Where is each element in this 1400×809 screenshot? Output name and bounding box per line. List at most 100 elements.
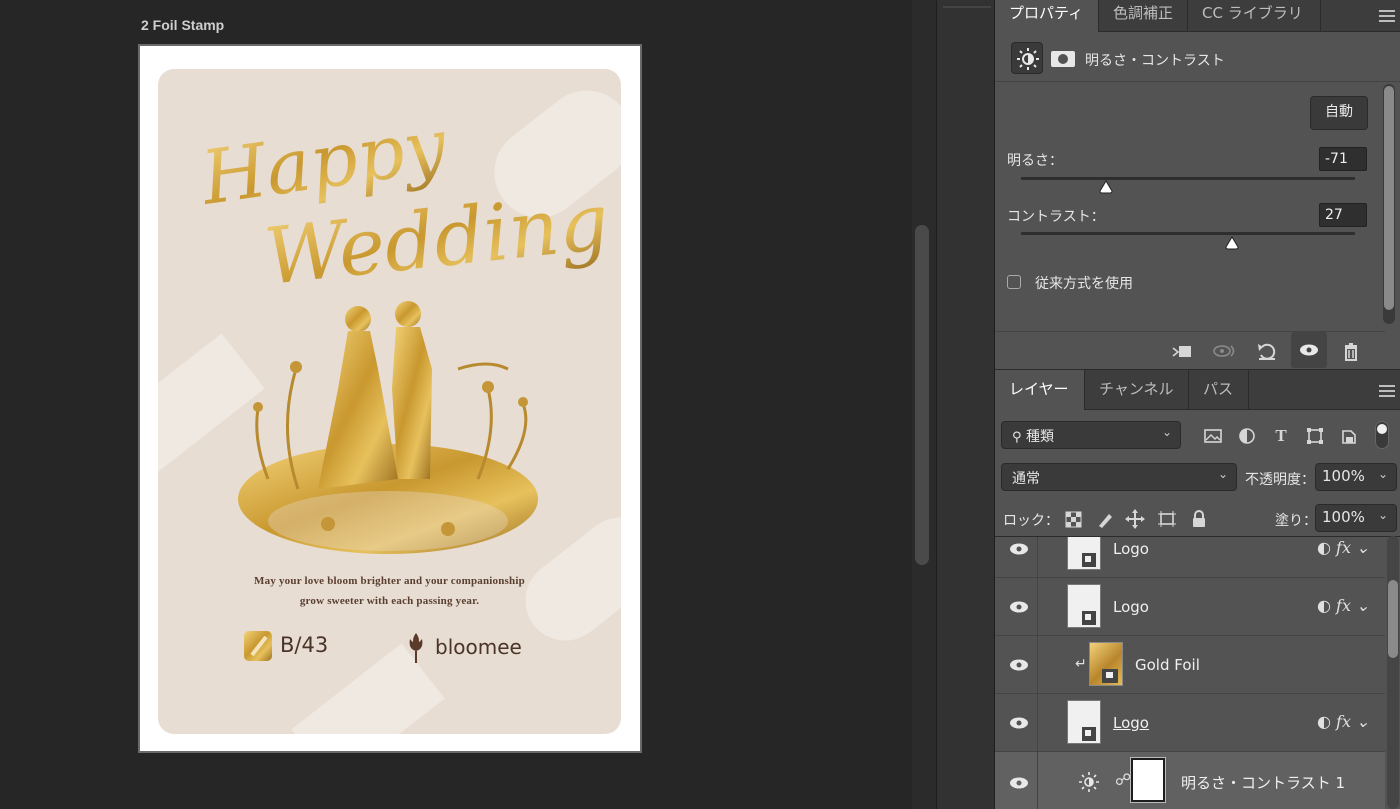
couple-illustration xyxy=(238,301,538,554)
visibility-eye-icon[interactable] xyxy=(1009,600,1029,614)
lock-transparent-pixels-icon[interactable] xyxy=(1061,507,1085,531)
blend-mode-dropdown[interactable]: 通常 ⌄ xyxy=(1001,463,1237,491)
brightness-contrast-layer-icon xyxy=(1079,772,1099,792)
filter-pixel-icon[interactable] xyxy=(1201,424,1225,448)
layers-tabs: レイヤー チャンネル パス xyxy=(995,369,1400,410)
contrast-slider-track[interactable] xyxy=(1021,232,1355,235)
visibility-eye-icon[interactable] xyxy=(1009,542,1029,556)
collapsed-panel-column xyxy=(936,0,994,809)
layer-name[interactable]: Logo xyxy=(1113,714,1149,732)
tagline-line-2: grow sweeter with each passing year. xyxy=(299,595,480,607)
logo-bloomee-text: bloomee xyxy=(435,635,522,659)
legacy-checkbox-label: 従来方式を使用 xyxy=(1035,276,1133,292)
fill-input[interactable]: 100% ⌄ xyxy=(1315,504,1397,532)
opacity-label: 不透明度： xyxy=(1245,472,1315,488)
brightness-slider-thumb[interactable] xyxy=(1099,180,1113,194)
clip-to-layer-icon[interactable] xyxy=(1169,338,1197,364)
lock-artboard-icon[interactable] xyxy=(1155,507,1179,531)
chevron-down-icon: ⌄ xyxy=(1377,508,1388,522)
brightness-slider-track[interactable] xyxy=(1021,177,1355,180)
blend-mode-value: 通常 xyxy=(1012,471,1040,487)
gold-foil-thumbnail[interactable] xyxy=(1089,642,1123,686)
filter-type-icon[interactable]: T xyxy=(1269,424,1293,448)
tab-properties[interactable]: プロパティ xyxy=(995,0,1099,32)
tagline-line-1: May your love bloom brighter and your co… xyxy=(254,575,525,587)
layer-name[interactable]: Gold Foil xyxy=(1135,656,1200,674)
brightness-adjustment-icon[interactable] xyxy=(1011,42,1043,74)
fill-label: 塗り： xyxy=(1275,513,1317,529)
layer-mask-icon[interactable] xyxy=(1047,42,1079,74)
layer-name[interactable]: 明るさ・コントラスト 1 xyxy=(1181,772,1345,793)
layer-row[interactable]: ↵ Gold Foil xyxy=(995,636,1385,694)
right-panel: プロパティ 色調補正 CC ライブラリ 明るさ・コントラスト 自動 明るさ： -… xyxy=(994,0,1400,809)
layer-name[interactable]: Logo xyxy=(1113,540,1149,558)
auto-button[interactable]: 自動 xyxy=(1310,96,1368,130)
properties-header: 明るさ・コントラスト xyxy=(995,36,1400,82)
canvas-scrollbar-thumb[interactable] xyxy=(915,225,929,565)
properties-scrollbar-thumb[interactable] xyxy=(1384,86,1394,310)
layers-list: Logo ◐ fx ⌄ Logo ◐ fx ⌄ ↵ Gold Foil Logo… xyxy=(995,536,1400,809)
filter-shape-icon[interactable] xyxy=(1303,424,1327,448)
contrast-label: コントラスト： xyxy=(1007,209,1105,225)
layer-row[interactable]: Logo ◐ fx ⌄ xyxy=(995,694,1385,752)
opacity-value: 100% xyxy=(1322,467,1365,485)
visibility-icon[interactable] xyxy=(1291,332,1327,368)
legacy-checkbox[interactable] xyxy=(1007,275,1021,289)
adjustment-title: 明るさ・コントラスト xyxy=(1085,53,1225,69)
link-icon[interactable]: ☍ xyxy=(1115,770,1131,789)
filter-adjustment-icon[interactable] xyxy=(1235,424,1259,448)
bloomee-logo-mark xyxy=(409,633,423,663)
opacity-input[interactable]: 100% ⌄ xyxy=(1315,463,1397,491)
layers-scrollbar[interactable] xyxy=(1387,536,1399,809)
layer-row[interactable]: Logo ◐ fx ⌄ xyxy=(995,578,1385,636)
invitation-card: Happy Wedding May your love bloom bright… xyxy=(158,69,621,734)
view-previous-state-icon[interactable] xyxy=(1211,338,1239,364)
canvas-area: 2 Foil Stamp Happy Wedding May your love… xyxy=(0,0,912,809)
contrast-slider-thumb[interactable] xyxy=(1225,236,1239,250)
layer-row[interactable]: Logo ◐ fx ⌄ xyxy=(995,537,1385,578)
visibility-eye-icon[interactable] xyxy=(1009,776,1029,790)
visibility-eye-icon[interactable] xyxy=(1009,658,1029,672)
trash-icon[interactable] xyxy=(1337,338,1365,364)
layer-row-selected[interactable]: ☍ 明るさ・コントラスト 1 xyxy=(995,752,1385,809)
layer-effects-icon[interactable]: ◐ fx ⌄ xyxy=(1317,538,1370,557)
chevron-down-icon: ⌄ xyxy=(1377,467,1388,481)
tab-layers[interactable]: レイヤー xyxy=(995,370,1085,410)
layers-scrollbar-thumb[interactable] xyxy=(1388,580,1398,658)
brightness-label: 明るさ： xyxy=(1007,153,1063,169)
tab-channels[interactable]: チャンネル xyxy=(1085,370,1189,410)
lock-position-icon[interactable] xyxy=(1123,507,1147,531)
properties-footer xyxy=(995,331,1385,368)
contrast-input[interactable]: 27 xyxy=(1319,203,1367,227)
search-icon: ⚲ xyxy=(1012,430,1022,445)
tab-paths[interactable]: パス xyxy=(1189,370,1249,410)
filter-toggle[interactable] xyxy=(1375,421,1389,449)
reset-icon[interactable] xyxy=(1253,338,1281,364)
layer-effects-icon[interactable]: ◐ fx ⌄ xyxy=(1317,712,1370,731)
filter-smart-object-icon[interactable] xyxy=(1337,424,1361,448)
brightness-input[interactable]: -71 xyxy=(1319,147,1367,171)
lock-all-icon[interactable] xyxy=(1187,507,1211,531)
b43-logo-mark xyxy=(244,631,272,661)
chevron-down-icon: ⌄ xyxy=(1217,467,1228,481)
document-canvas[interactable]: Happy Wedding May your love bloom bright… xyxy=(138,44,642,753)
layer-mask-thumbnail[interactable] xyxy=(1131,758,1165,802)
logo-b43-text: B/43 xyxy=(280,633,329,657)
layer-effects-icon[interactable]: ◐ fx ⌄ xyxy=(1317,596,1370,615)
layer-filter-dropdown[interactable]: ⚲ 種類 ⌄ xyxy=(1001,421,1181,449)
fill-value: 100% xyxy=(1322,508,1365,526)
smart-object-thumbnail[interactable] xyxy=(1067,700,1101,744)
filter-kind-value: 種類 xyxy=(1025,429,1054,445)
chevron-down-icon: ⌄ xyxy=(1161,425,1172,439)
tab-cc-libraries[interactable]: CC ライブラリ xyxy=(1188,0,1321,32)
layer-name[interactable]: Logo xyxy=(1113,598,1149,616)
visibility-eye-icon[interactable] xyxy=(1009,716,1029,730)
panel-menu-icon[interactable] xyxy=(1379,10,1395,22)
tab-adjustments[interactable]: 色調補正 xyxy=(1099,0,1188,32)
smart-object-thumbnail[interactable] xyxy=(1067,584,1101,628)
smart-object-thumbnail[interactable] xyxy=(1067,537,1101,570)
lock-image-pixels-icon[interactable] xyxy=(1093,507,1117,531)
layers-menu-icon[interactable] xyxy=(1379,385,1395,397)
lock-label: ロック： xyxy=(1003,513,1059,529)
clipping-mask-arrow-icon: ↵ xyxy=(1075,656,1087,672)
